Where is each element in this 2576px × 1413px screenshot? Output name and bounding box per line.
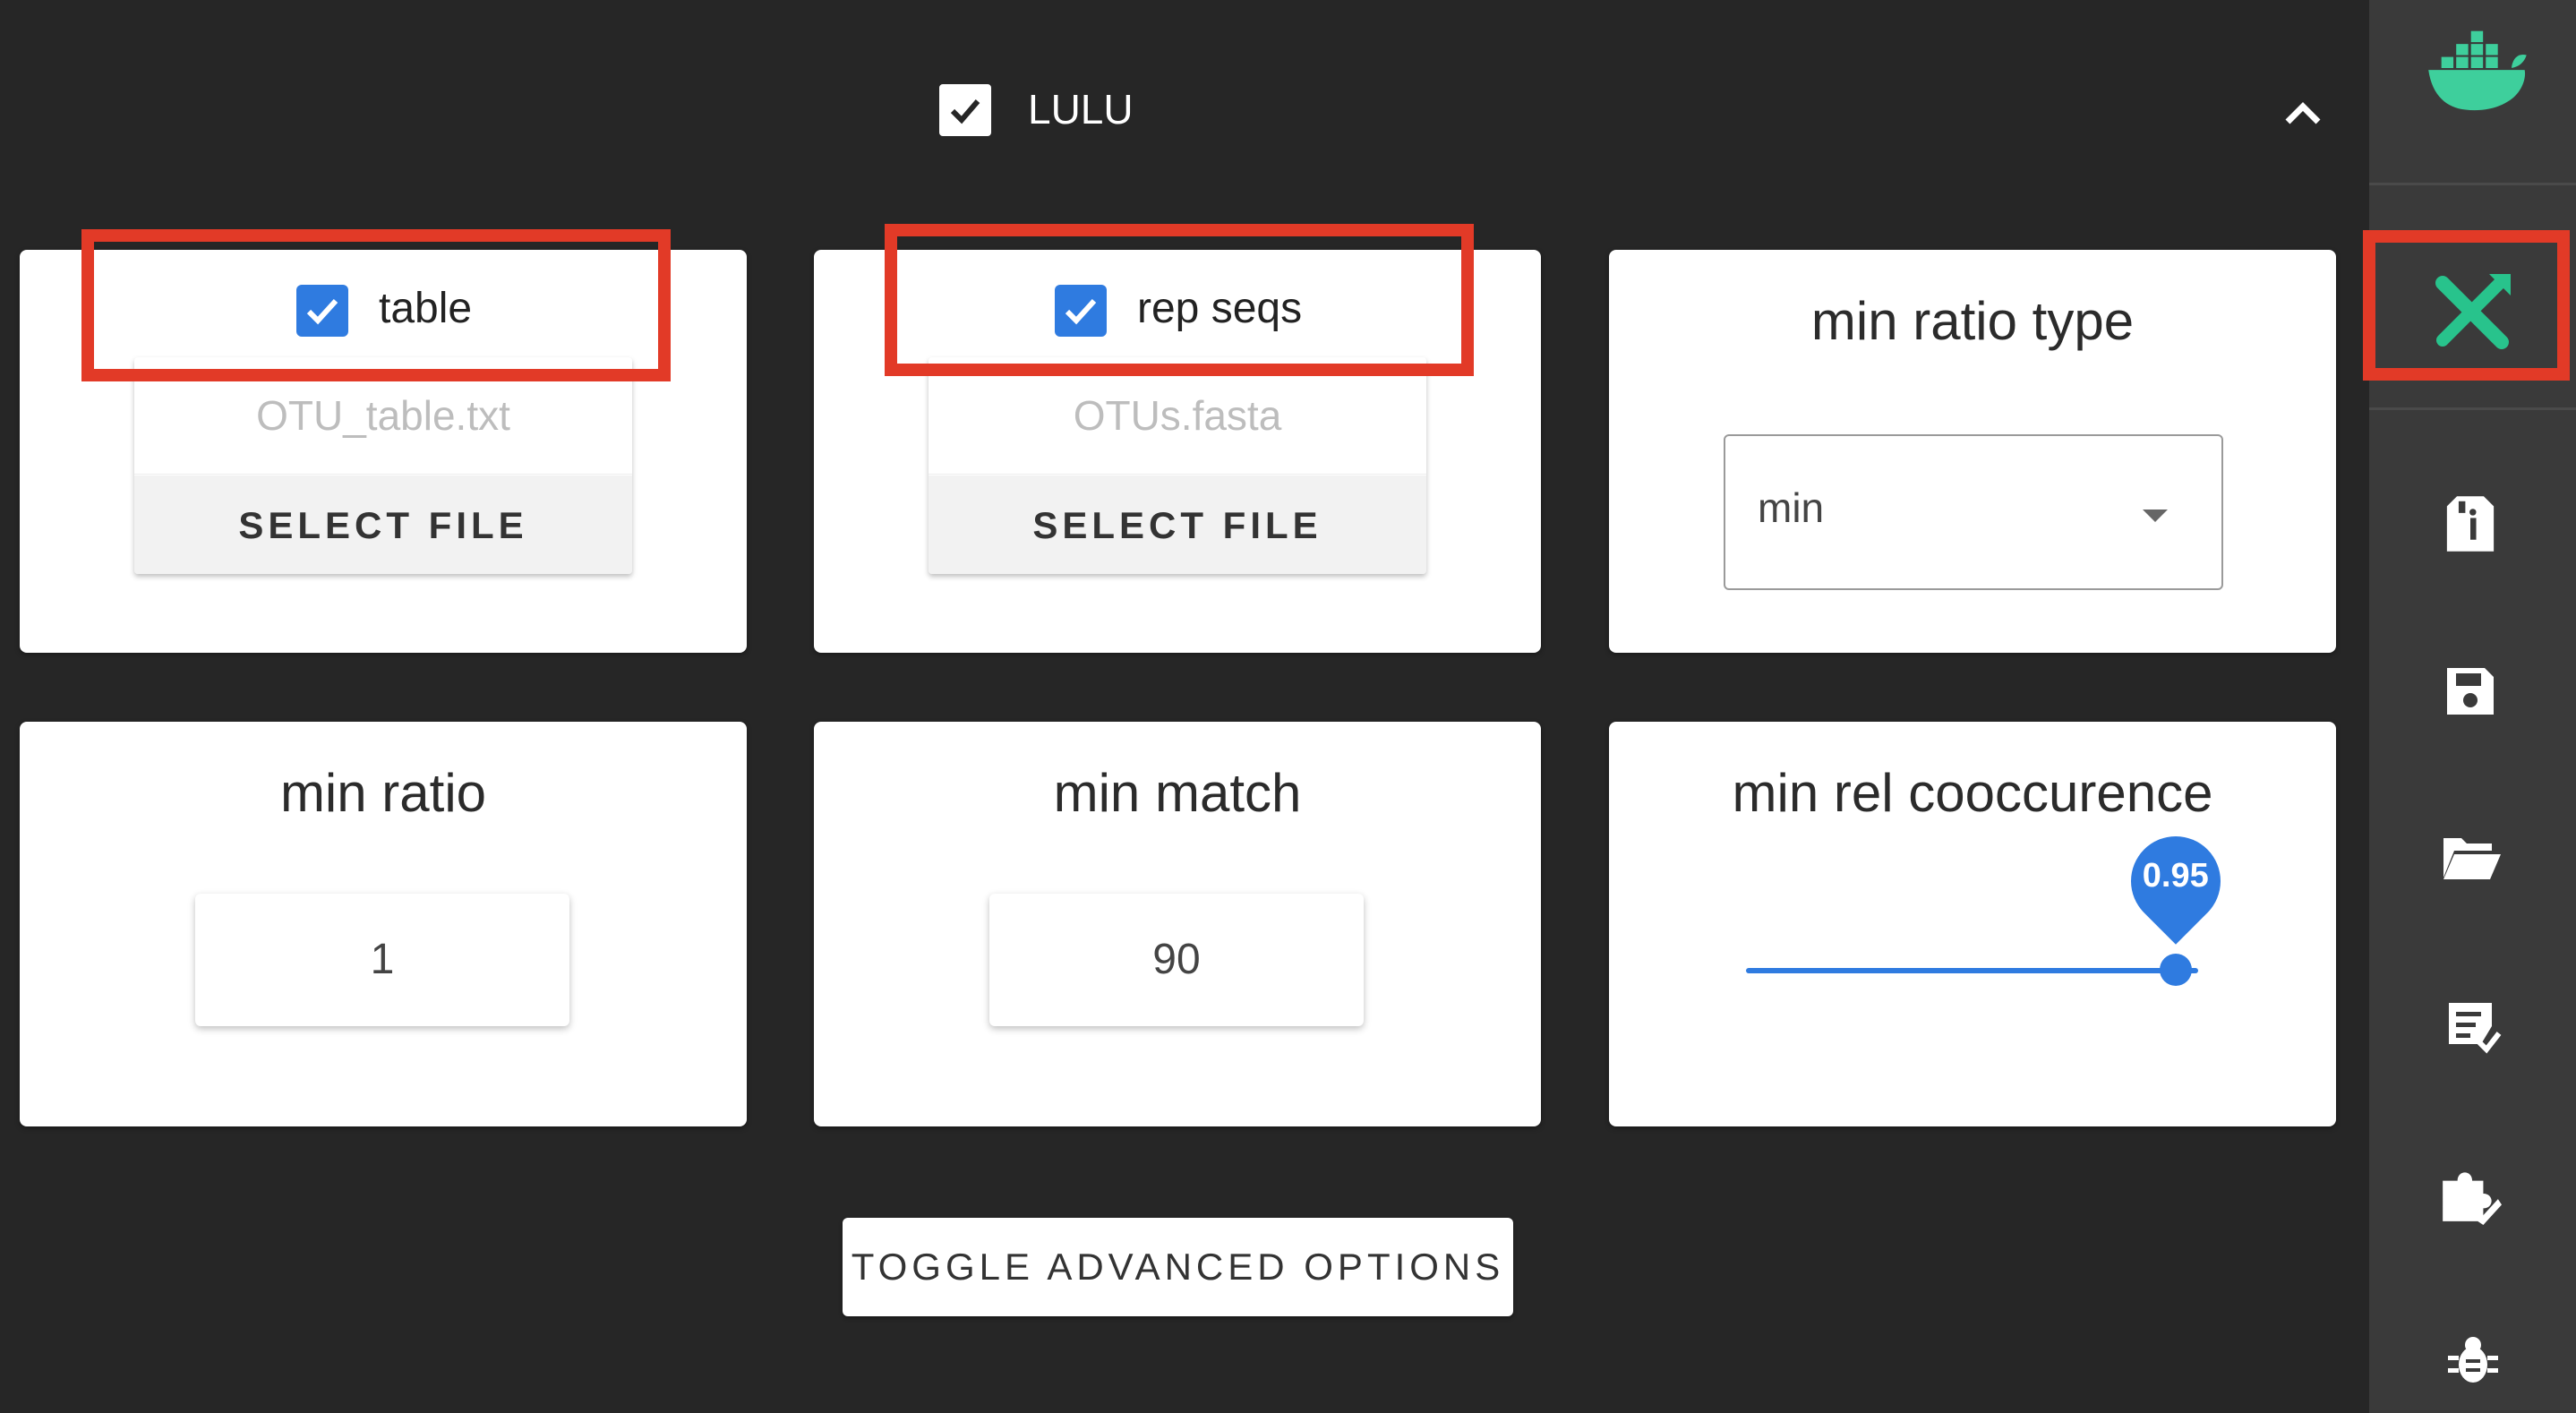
table-highlight-box <box>81 229 671 381</box>
tools-highlight-box <box>2363 230 2570 381</box>
lulu-checkbox[interactable] <box>939 84 991 136</box>
min-match-card: min match 90 <box>814 722 1541 1126</box>
file-info-icon[interactable] <box>2445 494 2495 553</box>
sidebar-divider <box>2369 407 2576 410</box>
min-match-title: min match <box>1053 763 1302 823</box>
checkmark-icon <box>950 99 980 124</box>
rep-seqs-file-picker: OTUs.fasta SELECT FILE <box>929 357 1426 574</box>
min-ratio-title: min ratio <box>279 763 487 823</box>
chevron-up-icon[interactable] <box>2279 90 2327 138</box>
slider-track[interactable] <box>1746 968 2198 973</box>
docker-icon[interactable] <box>2423 21 2534 115</box>
puzzle-edit-icon[interactable] <box>2437 1162 2502 1227</box>
min-rel-cooccurence-card: min rel cooccurence 0.95 <box>1609 722 2336 1126</box>
min-ratio-type-title: min ratio type <box>1810 291 2135 351</box>
min-ratio-type-value: min <box>1758 484 1825 531</box>
table-file-picker: OTU_table.txt SELECT FILE <box>134 357 632 574</box>
slider-thumb[interactable] <box>2159 954 2192 986</box>
sidebar-divider <box>2369 183 2576 185</box>
folder-open-icon[interactable] <box>2440 833 2503 883</box>
min-ratio-input[interactable]: 1 <box>195 894 569 1026</box>
checklist-icon[interactable] <box>2445 999 2503 1057</box>
min-ratio-type-select[interactable]: min <box>1724 434 2223 590</box>
min-rel-cooccurence-title: min rel cooccurence <box>1732 763 2213 823</box>
rep-seqs-select-file-button[interactable]: SELECT FILE <box>929 475 1426 574</box>
save-icon[interactable] <box>2443 664 2497 718</box>
toggle-advanced-options-button[interactable]: TOGGLE ADVANCED OPTIONS <box>843 1218 1513 1316</box>
rep-seqs-highlight-box <box>885 224 1474 376</box>
slider-value-label: 0.95 <box>2142 857 2209 895</box>
main-panel: LULU OTU_table.txt SELECT FILE table OTU… <box>0 0 2369 1413</box>
min-match-input[interactable]: 90 <box>989 894 1364 1026</box>
min-ratio-card: min ratio 1 <box>20 722 747 1126</box>
lulu-label: LULU <box>1028 86 1134 133</box>
min-ratio-type-card: min ratio type min <box>1609 250 2336 653</box>
dropdown-arrow-icon <box>2143 510 2168 522</box>
table-select-file-button[interactable]: SELECT FILE <box>134 475 632 574</box>
bug-icon[interactable] <box>2444 1332 2502 1390</box>
